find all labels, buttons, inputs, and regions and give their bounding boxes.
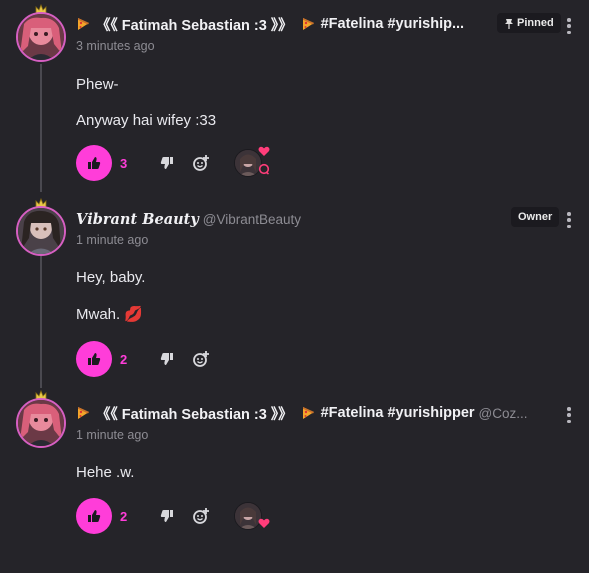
author-handle[interactable]: @VibrantBeauty bbox=[203, 212, 301, 227]
add-emoji-icon bbox=[193, 155, 209, 171]
thumbs-up-icon bbox=[88, 510, 101, 522]
timestamp: 3 minutes ago bbox=[76, 39, 155, 53]
thumbs-down-icon bbox=[160, 157, 173, 169]
pizza-icon bbox=[302, 18, 314, 30]
comment-actions: 3 bbox=[76, 145, 270, 181]
like-count: 2 bbox=[120, 351, 128, 367]
pizza-icon bbox=[302, 407, 314, 419]
like-button[interactable] bbox=[76, 498, 112, 534]
more-options-icon[interactable] bbox=[567, 407, 571, 423]
author-name[interactable]: 𝑽𝒊𝒃𝒓𝒂𝒏𝒕 𝑩𝒆𝒂𝒖𝒕𝒚 bbox=[76, 211, 199, 228]
dislike-button[interactable] bbox=[156, 348, 178, 370]
owner-badge: Owner bbox=[511, 207, 560, 227]
heart-icon bbox=[258, 146, 270, 156]
author-row: 《《 Fatimah Sebastian :3 》》 #Fatelina #yu… bbox=[76, 14, 464, 34]
author-name[interactable]: 《《 Fatimah Sebastian :3 》》 bbox=[96, 403, 293, 424]
comment: 《《 Fatimah Sebastian :3 》》 #Fatelina #yu… bbox=[0, 390, 589, 573]
comment-icon bbox=[258, 163, 270, 175]
dislike-button[interactable] bbox=[156, 152, 178, 174]
more-options-icon[interactable] bbox=[567, 18, 571, 34]
add-reaction-button[interactable] bbox=[190, 152, 212, 174]
like-count: 2 bbox=[120, 508, 128, 524]
reactions[interactable] bbox=[230, 498, 270, 534]
add-emoji-icon bbox=[193, 508, 209, 524]
pin-icon bbox=[505, 18, 513, 29]
add-emoji-icon bbox=[193, 351, 209, 367]
dislike-button[interactable] bbox=[156, 505, 178, 527]
pinned-badge: Pinned bbox=[497, 13, 561, 33]
pizza-icon bbox=[78, 407, 89, 419]
timestamp: 1 minute ago bbox=[76, 428, 149, 442]
like-button[interactable] bbox=[76, 145, 112, 181]
author-row: 《《 Fatimah Sebastian :3 》》 #Fatelina #yu… bbox=[76, 403, 528, 423]
add-reaction-button[interactable] bbox=[190, 505, 212, 527]
like-count: 3 bbox=[120, 155, 128, 171]
author-row: 𝑽𝒊𝒃𝒓𝒂𝒏𝒕 𝑩𝒆𝒂𝒖𝒕𝒚 @VibrantBeauty bbox=[76, 209, 301, 229]
comment: 《《 Fatimah Sebastian :3 》》 #Fatelina #yu… bbox=[0, 0, 589, 196]
comment: 𝑽𝒊𝒃𝒓𝒂𝒏𝒕 𝑩𝒆𝒂𝒖𝒕𝒚 @VibrantBeauty 1 minute a… bbox=[0, 196, 589, 390]
comment-actions: 2 bbox=[76, 341, 212, 377]
comment-text: Phew- bbox=[76, 76, 119, 93]
thumbs-down-icon bbox=[160, 510, 173, 522]
add-reaction-button[interactable] bbox=[190, 348, 212, 370]
comment-text: Anyway hai wifey :33 bbox=[76, 112, 217, 129]
comment-text: Hey, baby. bbox=[76, 269, 146, 286]
comment-actions: 2 bbox=[76, 498, 270, 534]
thumbs-up-icon bbox=[88, 353, 101, 365]
thumbs-down-icon bbox=[160, 353, 173, 365]
avatar[interactable] bbox=[16, 4, 66, 62]
author-tag[interactable]: #Fatelina #yuriship... bbox=[321, 16, 464, 32]
reactions[interactable] bbox=[230, 145, 270, 181]
heart-icon bbox=[258, 518, 270, 528]
timestamp: 1 minute ago bbox=[76, 233, 149, 247]
thumbs-up-icon bbox=[88, 157, 101, 169]
more-options-icon[interactable] bbox=[567, 212, 571, 228]
pizza-icon bbox=[78, 18, 89, 30]
avatar[interactable] bbox=[16, 390, 66, 448]
author-tag[interactable]: #Fatelina #yurishipper bbox=[321, 405, 475, 421]
comment-text: Mwah. 💋 bbox=[76, 306, 144, 323]
author-name[interactable]: 《《 Fatimah Sebastian :3 》》 bbox=[96, 14, 293, 35]
author-handle[interactable]: @Coz... bbox=[479, 406, 528, 421]
avatar[interactable] bbox=[16, 198, 66, 256]
comment-text: Hehe .w. bbox=[76, 464, 135, 481]
like-button[interactable] bbox=[76, 341, 112, 377]
